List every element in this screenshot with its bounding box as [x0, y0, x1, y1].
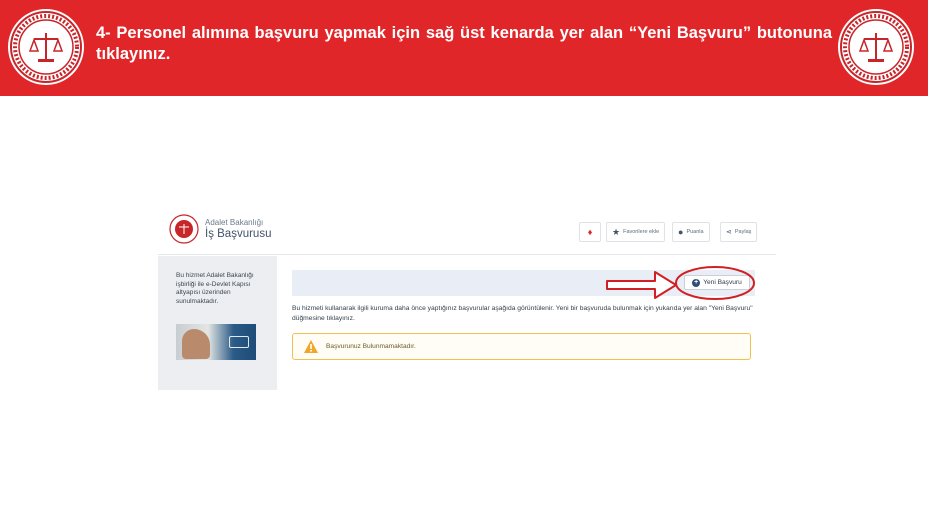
service-title[interactable]: İş Başvurusu: [205, 228, 271, 240]
warning-icon: [304, 340, 318, 353]
rate-button[interactable]: ● Puanla: [672, 222, 710, 242]
no-application-alert: Başvurunuz Bulunmamaktadır.: [292, 333, 751, 360]
instruction-text: 4- Personel alımına başvuru yapmak için …: [96, 24, 832, 63]
sidebar-info-text: Bu hizmet Adalet Bakanlığı işbirliği ile…: [176, 272, 254, 305]
share-icon: ⋖: [726, 228, 732, 236]
rate-label: Puanla: [686, 229, 704, 235]
alert-text: Başvurunuz Bulunmamaktadır.: [326, 343, 416, 350]
ministry-seal-left-icon: [8, 9, 84, 85]
sidebar-promo-image[interactable]: [176, 324, 256, 360]
ministry-seal-right-icon: [838, 9, 914, 85]
share-button[interactable]: ⋖ Paylaş: [720, 222, 758, 242]
plus-circle-icon: +: [692, 278, 701, 287]
share-label: Paylaş: [734, 229, 752, 235]
edevlet-screenshot: Adalet Bakanlığı İş Başvurusu ♦ ★ Favori…: [158, 207, 776, 390]
fire-home-icon: ♦: [587, 226, 593, 237]
sidebar: Bu hizmet Adalet Bakanlığı işbirliği ile…: [158, 256, 277, 390]
favorites-label: Favorilere ekle: [623, 229, 660, 235]
star-icon: ★: [612, 226, 621, 237]
new-application-label: Yeni Başvuru: [703, 279, 742, 286]
new-application-button[interactable]: + Yeni Başvuru: [684, 275, 750, 290]
service-header: Adalet Bakanlığı İş Başvurusu ♦ ★ Favori…: [158, 207, 776, 255]
comment-icon: ●: [678, 226, 684, 237]
instruction-banner: 4- Personel alımına başvuru yapmak için …: [0, 0, 928, 96]
home-button[interactable]: ♦: [579, 222, 601, 242]
ministry-name: Adalet Bakanlığı: [205, 218, 264, 227]
favorites-button[interactable]: ★ Favorilere ekle: [606, 222, 666, 242]
ministry-logo-icon: [169, 214, 199, 244]
info-paragraph: Bu hizmeti kullanarak ilgili kuruma daha…: [292, 305, 753, 322]
